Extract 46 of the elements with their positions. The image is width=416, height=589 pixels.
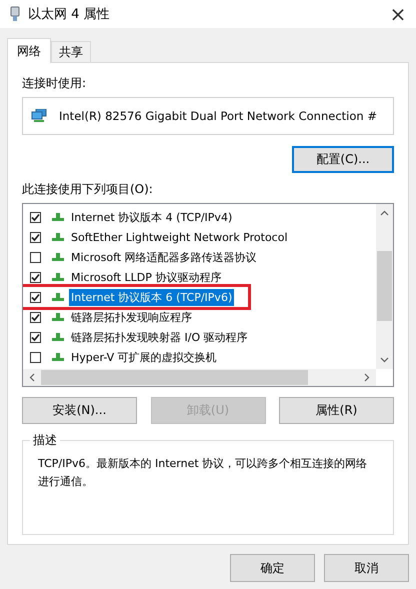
scroll-right-icon[interactable]: [364, 373, 370, 382]
checkbox[interactable]: [30, 352, 41, 362]
list-item[interactable]: Hyper-V 可扩展的虚拟交换机: [69, 348, 219, 366]
protocol-icon: [51, 292, 65, 302]
checkbox[interactable]: [30, 272, 41, 282]
network-adapter-icon: [10, 6, 20, 22]
protocol-icon: [51, 312, 65, 322]
list-item[interactable]: SoftEther Lightweight Network Protocol: [69, 230, 290, 244]
list-item[interactable]: Microsoft 网络适配器多路传送器协议: [69, 248, 259, 266]
checkbox[interactable]: [30, 232, 41, 242]
list-item[interactable]: 链路层拓扑发现响应程序: [69, 308, 194, 326]
protocol-icon: [51, 352, 65, 362]
action-button[interactable]: 属性(R): [279, 397, 394, 424]
tab[interactable]: 共享: [51, 41, 91, 62]
section-label: 此连接使用下列项目(O):: [22, 181, 154, 198]
window-title: 以太网 4 属性: [28, 6, 110, 23]
protocol-icon: [51, 272, 65, 282]
checkbox[interactable]: [30, 212, 41, 222]
checkbox[interactable]: [30, 292, 41, 302]
list-item[interactable]: Internet 协议版本 4 (TCP/IPv4): [69, 208, 234, 226]
list-item[interactable]: 链路层拓扑发现映射器 I/O 驱动程序: [69, 328, 250, 346]
description-text: TCP/IPv6。最新版本的 Internet 协议，可以跨多个相互连接的网络进行通信。: [38, 456, 368, 490]
checkbox[interactable]: [30, 332, 41, 342]
scroll-down-icon[interactable]: [380, 357, 389, 363]
scroll-up-icon[interactable]: [380, 210, 389, 216]
dialog-button[interactable]: 确定: [230, 554, 315, 582]
close-button[interactable]: ×: [380, 0, 416, 28]
checkbox[interactable]: [30, 312, 41, 322]
section-label: 连接时使用:: [22, 75, 88, 92]
vertical-scrollbar[interactable]: [376, 204, 393, 369]
dialog-button[interactable]: 取消: [324, 554, 409, 582]
protocol-icon: [51, 332, 65, 342]
action-button[interactable]: 安装(N)...: [22, 397, 137, 424]
adapter-name: Intel(R) 82576 Gigabit Dual Port Network Connection #: [59, 109, 377, 123]
network-monitors-icon: [31, 109, 47, 123]
scroll-left-icon[interactable]: [29, 373, 35, 382]
tab[interactable]: 网络: [7, 38, 51, 63]
configure-button[interactable]: 配置(C)...: [292, 146, 394, 173]
checkbox[interactable]: [30, 252, 41, 262]
list-item[interactable]: Microsoft LLDP 协议驱动程序: [69, 268, 224, 286]
protocol-icon: [51, 212, 65, 222]
protocol-icon: [51, 252, 65, 262]
horizontal-scrollbar[interactable]: [23, 369, 376, 386]
protocol-icon: [51, 232, 65, 242]
list-item[interactable]: Internet 协议版本 6 (TCP/IPv6): [69, 288, 234, 306]
description-legend: 描述: [30, 432, 60, 449]
